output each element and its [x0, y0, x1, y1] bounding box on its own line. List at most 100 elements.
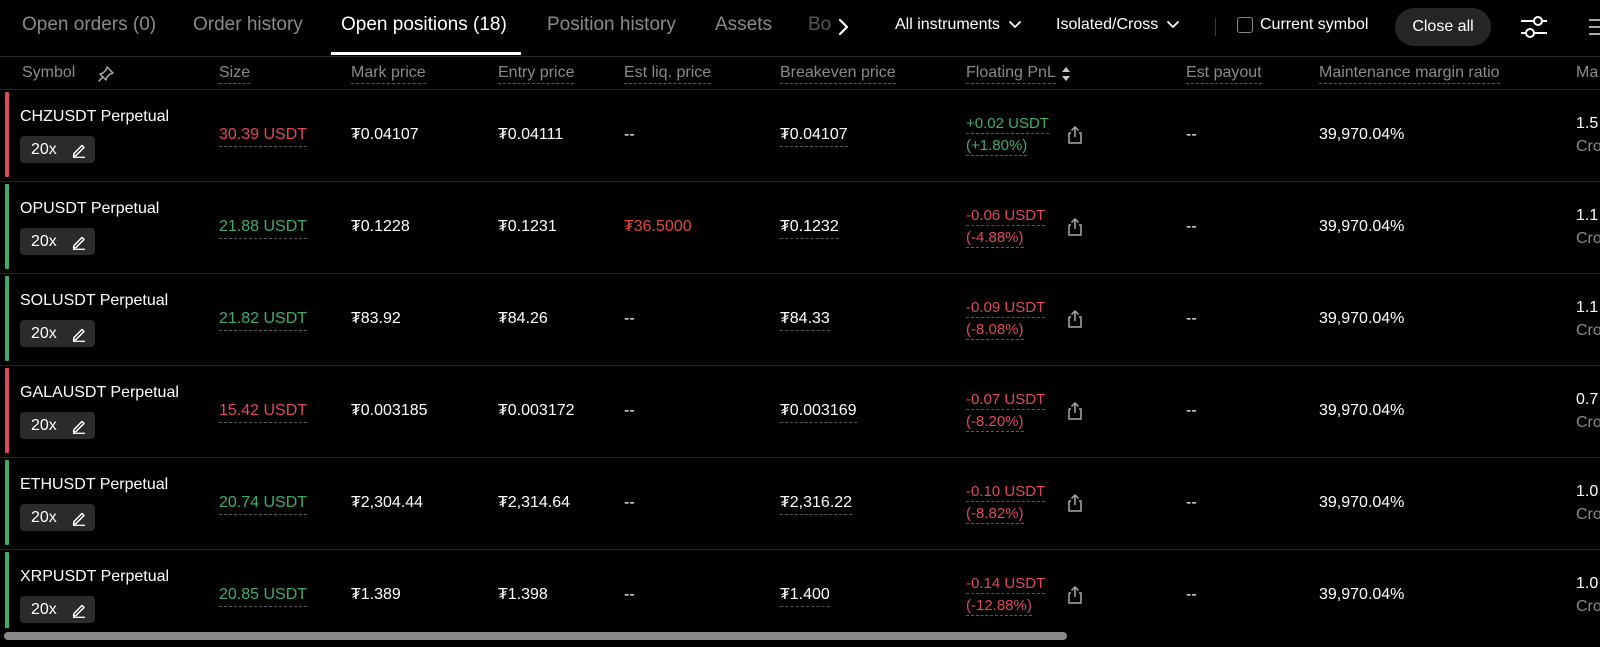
est-liq-price-value: --: [624, 586, 635, 603]
breakeven-price-value: ₮84.33: [780, 310, 830, 331]
est-liq-price-value: ₮36.5000: [624, 218, 692, 235]
edit-pencil-icon: [72, 420, 85, 434]
mark-price-value: ₮1.389: [351, 586, 401, 603]
margin-mode-dropdown[interactable]: Isolated/Cross: [1056, 16, 1180, 34]
table-row[interactable]: CHZUSDT Perpetual 20x 30.39 USDT ₮0.0410…: [0, 90, 1600, 182]
floating-pnl-percent: (-8.08%): [966, 321, 1024, 340]
breakeven-price-value: ₮1.400: [780, 586, 830, 607]
floating-pnl-value: -0.06 USDT: [966, 207, 1046, 226]
margin-value-clipped: 1.1: [1576, 299, 1599, 316]
chevron-down-icon: [1167, 21, 1180, 28]
breakeven-price-value: ₮2,316.22: [780, 494, 853, 515]
share-icon[interactable]: [1066, 585, 1084, 605]
leverage-button[interactable]: 20x: [20, 228, 95, 255]
position-side-indicator: [5, 552, 9, 637]
tab-position-history[interactable]: Position history: [547, 14, 676, 36]
leverage-button[interactable]: 20x: [20, 320, 95, 347]
size-value: 15.42 USDT: [219, 402, 308, 423]
edit-pencil-icon: [72, 604, 85, 618]
symbol-name[interactable]: CHZUSDT Perpetual: [20, 108, 169, 126]
leverage-value: 20x: [31, 508, 57, 526]
col-symbol: Symbol: [22, 64, 76, 81]
col-margin-clipped: Ma: [1576, 64, 1599, 81]
breakeven-price-value: ₮0.003169: [780, 402, 857, 423]
instruments-dropdown[interactable]: All instruments: [895, 16, 1022, 34]
edit-pencil-icon: [72, 144, 85, 158]
horizontal-scrollbar-thumb[interactable]: [4, 632, 1067, 640]
table-row[interactable]: SOLUSDT Perpetual 20x 21.82 USDT ₮83.92 …: [0, 274, 1600, 366]
entry-price-value: ₮0.003172: [498, 402, 575, 419]
entry-price-value: ₮2,314.64: [498, 494, 571, 511]
size-value: 20.85 USDT: [219, 586, 308, 607]
table-row[interactable]: GALAUSDT Perpetual 20x 15.42 USDT ₮0.003…: [0, 366, 1600, 458]
close-all-button[interactable]: Close all: [1395, 8, 1491, 46]
col-size: Size: [219, 64, 251, 84]
table-row[interactable]: OPUSDT Perpetual 20x 21.88 USDT ₮0.1228 …: [0, 182, 1600, 274]
share-icon[interactable]: [1066, 493, 1084, 513]
margin-value-clipped: 1.5: [1576, 115, 1599, 132]
col-entry-price: Entry price: [498, 64, 575, 84]
share-icon[interactable]: [1066, 309, 1084, 329]
margin-mode-clipped: Cro: [1576, 506, 1600, 523]
floating-pnl-percent: (-12.88%): [966, 597, 1032, 616]
leverage-button[interactable]: 20x: [20, 504, 95, 531]
symbol-name[interactable]: OPUSDT Perpetual: [20, 200, 159, 218]
list-menu-icon[interactable]: [1585, 16, 1600, 38]
maintenance-margin-ratio-value: 39,970.04%: [1319, 126, 1405, 143]
breakeven-price-value: ₮0.04107: [780, 126, 848, 147]
floating-pnl-percent: (-8.82%): [966, 505, 1024, 524]
sliders-icon[interactable]: [1518, 12, 1550, 42]
floating-pnl-value: -0.07 USDT: [966, 391, 1046, 410]
share-icon[interactable]: [1066, 217, 1084, 237]
positions-table-header: Symbol Size Mark price Entry price Est l…: [0, 57, 1600, 90]
col-est-payout: Est payout: [1186, 64, 1262, 84]
leverage-value: 20x: [31, 232, 57, 250]
current-symbol-checkbox[interactable]: [1237, 17, 1253, 33]
margin-mode-clipped: Cro: [1576, 138, 1600, 155]
margin-mode-clipped: Cro: [1576, 598, 1600, 615]
mark-price-value: ₮0.1228: [351, 218, 410, 235]
entry-price-value: ₮1.398: [498, 586, 548, 603]
col-floating-pnl[interactable]: Floating PnL: [966, 64, 1056, 84]
sort-icon[interactable]: [1061, 66, 1071, 82]
symbol-name[interactable]: SOLUSDT Perpetual: [20, 292, 168, 310]
leverage-button[interactable]: 20x: [20, 596, 95, 623]
share-icon[interactable]: [1066, 125, 1084, 145]
symbol-name[interactable]: ETHUSDT Perpetual: [20, 476, 168, 494]
current-symbol-filter[interactable]: Current symbol: [1237, 16, 1368, 34]
share-icon[interactable]: [1066, 401, 1084, 421]
est-payout-value: --: [1186, 402, 1197, 419]
size-value: 21.88 USDT: [219, 218, 308, 239]
edit-pencil-icon: [72, 328, 85, 342]
entry-price-value: ₮0.1231: [498, 218, 557, 235]
position-side-indicator: [5, 276, 9, 361]
est-liq-price-value: --: [624, 402, 635, 419]
margin-mode-dropdown-label: Isolated/Cross: [1056, 16, 1159, 33]
est-liq-price-value: --: [624, 126, 635, 143]
mark-price-value: ₮0.04107: [351, 126, 419, 143]
col-est-liq-price: Est liq. price: [624, 64, 712, 84]
tab-open-orders[interactable]: Open orders (0): [22, 14, 156, 36]
leverage-value: 20x: [31, 140, 57, 158]
tabs-scroll-right-button[interactable]: [833, 14, 853, 40]
maintenance-margin-ratio-value: 39,970.04%: [1319, 310, 1405, 327]
tab-order-history[interactable]: Order history: [193, 14, 303, 36]
floating-pnl-value: +0.02 USDT: [966, 115, 1049, 134]
tab-open-positions[interactable]: Open positions (18): [341, 14, 507, 36]
est-payout-value: --: [1186, 218, 1197, 235]
symbol-name[interactable]: GALAUSDT Perpetual: [20, 384, 179, 402]
instruments-dropdown-label: All instruments: [895, 16, 1000, 33]
size-value: 20.74 USDT: [219, 494, 308, 515]
table-row[interactable]: ETHUSDT Perpetual 20x 20.74 USDT ₮2,304.…: [0, 458, 1600, 550]
pin-icon[interactable]: [97, 65, 115, 83]
col-maintenance-margin-ratio: Maintenance margin ratio: [1319, 64, 1500, 84]
leverage-button[interactable]: 20x: [20, 412, 95, 439]
size-value: 21.82 USDT: [219, 310, 308, 331]
symbol-name[interactable]: XRPUSDT Perpetual: [20, 568, 169, 586]
tab-assets[interactable]: Assets: [715, 14, 772, 36]
maintenance-margin-ratio-value: 39,970.04%: [1319, 494, 1405, 511]
floating-pnl-percent: (-4.88%): [966, 229, 1024, 248]
col-breakeven-price: Breakeven price: [780, 64, 896, 84]
margin-mode-clipped: Cro: [1576, 414, 1600, 431]
leverage-button[interactable]: 20x: [20, 136, 95, 163]
